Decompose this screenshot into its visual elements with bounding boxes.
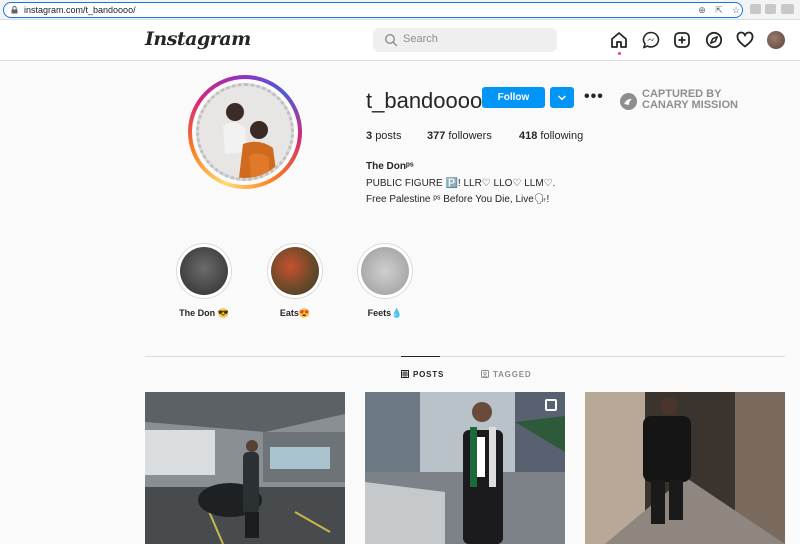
bio-line-2: Free Palestine ᵖˢ Before You Die, Live🗣! bbox=[366, 194, 550, 205]
post-image bbox=[145, 392, 345, 544]
multiple-photos-icon bbox=[545, 399, 557, 411]
post-image bbox=[585, 392, 785, 544]
highlight-cover bbox=[271, 247, 319, 295]
tab-posts[interactable]: POSTS bbox=[401, 370, 444, 379]
zoom-icon[interactable]: ⊕ bbox=[697, 5, 707, 15]
follow-button[interactable]: Follow bbox=[482, 87, 545, 108]
posts-count: 3 posts bbox=[366, 130, 402, 142]
suggested-dropdown-button[interactable] bbox=[550, 87, 574, 108]
messenger-icon[interactable] bbox=[642, 31, 660, 49]
search-icon bbox=[384, 33, 398, 47]
tagged-icon bbox=[481, 370, 489, 378]
address-bar[interactable]: instagram.com/t_bandoooo/ ⊕ ⇱ ☆ bbox=[3, 2, 743, 18]
instagram-logo[interactable]: Instagram bbox=[145, 28, 251, 50]
grid-icon bbox=[401, 370, 409, 378]
highlight-label: Feets💧 bbox=[367, 308, 403, 318]
followers-link[interactable]: 377 followers bbox=[427, 130, 492, 142]
new-post-icon[interactable] bbox=[673, 31, 691, 49]
profile-photo bbox=[196, 83, 294, 181]
bio-line-1: PUBLIC FIGURE 🅿️! LLR♡ LLO♡ LLM♡. bbox=[366, 178, 556, 189]
profile-full-name: The Donᵖˢ bbox=[366, 161, 414, 172]
profile-picture[interactable] bbox=[188, 75, 302, 189]
post-thumbnail[interactable] bbox=[145, 392, 345, 544]
canary-logo-icon bbox=[620, 93, 637, 110]
extension-icon[interactable] bbox=[781, 4, 794, 14]
highlight-feets[interactable]: Feets💧 bbox=[345, 243, 425, 319]
tab-tagged[interactable]: TAGGED bbox=[481, 370, 531, 379]
highlight-cover bbox=[361, 247, 409, 295]
chevron-down-icon bbox=[557, 95, 567, 101]
more-options-button[interactable]: ••• bbox=[584, 89, 604, 105]
notification-dot bbox=[618, 52, 621, 55]
search-input[interactable]: Search bbox=[373, 28, 557, 52]
heart-icon[interactable] bbox=[736, 31, 754, 49]
highlight-label: Eats😍 bbox=[279, 308, 311, 318]
highlight-cover bbox=[180, 247, 228, 295]
profile-photo-art bbox=[199, 86, 291, 178]
highlight-label: The Don 😎 bbox=[179, 308, 229, 318]
explore-icon[interactable] bbox=[705, 31, 723, 49]
highlight-eats[interactable]: Eats😍 bbox=[255, 243, 335, 319]
extension-icon[interactable] bbox=[750, 4, 761, 14]
highlight-the-don[interactable]: The Don 😎 bbox=[164, 243, 244, 319]
post-thumbnail[interactable] bbox=[585, 392, 785, 544]
profile-avatar-icon[interactable] bbox=[767, 31, 785, 49]
watermark-line-2: CANARY MISSION bbox=[642, 99, 738, 111]
instagram-header: Instagram Search bbox=[0, 20, 800, 61]
post-image bbox=[365, 392, 565, 544]
search-placeholder: Search bbox=[403, 33, 438, 45]
active-tab-indicator bbox=[401, 356, 440, 357]
url-text: instagram.com/t_bandoooo/ bbox=[24, 5, 136, 15]
home-icon[interactable] bbox=[610, 31, 628, 49]
post-thumbnail[interactable] bbox=[365, 392, 565, 544]
lock-icon bbox=[11, 6, 18, 14]
share-icon[interactable]: ⇱ bbox=[714, 5, 724, 15]
extension-icon[interactable] bbox=[765, 4, 776, 14]
tabs-divider bbox=[145, 356, 785, 357]
bookmark-star-icon[interactable]: ☆ bbox=[731, 5, 741, 15]
browser-toolbar: instagram.com/t_bandoooo/ ⊕ ⇱ ☆ bbox=[0, 0, 800, 20]
following-link[interactable]: 418 following bbox=[519, 130, 583, 142]
profile-username: t_bandoooo bbox=[366, 88, 483, 113]
